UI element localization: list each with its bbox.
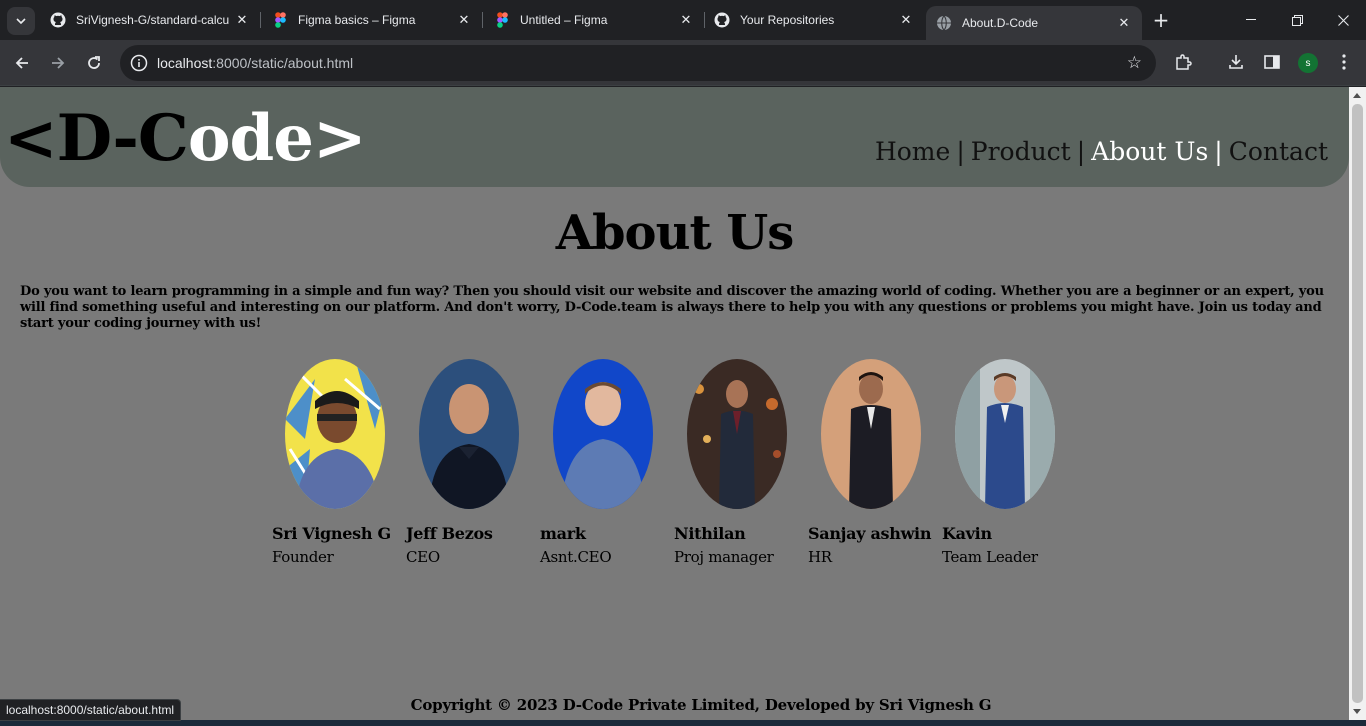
member-name: Kavin bbox=[942, 524, 992, 543]
new-tab-button[interactable]: + bbox=[1149, 8, 1173, 32]
figma-icon bbox=[494, 12, 510, 28]
figma-icon bbox=[272, 12, 288, 28]
tab-about-dcode[interactable]: About.D-Code ✕ bbox=[926, 6, 1142, 40]
member-name: Sri Vignesh G bbox=[272, 524, 391, 543]
tab-your-repositories[interactable]: Your Repositories ✕ bbox=[704, 0, 924, 40]
taskbar-edge bbox=[0, 720, 1366, 726]
team-section: Sri Vignesh G Founder Jeff Bezos CEO mar… bbox=[272, 359, 1072, 579]
logo-text-dark: D-C bbox=[56, 101, 189, 176]
close-icon bbox=[1337, 14, 1349, 26]
extensions-icon[interactable] bbox=[1172, 51, 1194, 73]
scroll-down-arrow[interactable] bbox=[1353, 709, 1361, 714]
tab-strip: SriVignesh-G/standard-calcu ✕ Figma basi… bbox=[0, 0, 1366, 40]
logo-text-light: ode bbox=[187, 101, 314, 176]
site-info-icon[interactable] bbox=[130, 54, 148, 72]
member-role: HR bbox=[808, 548, 832, 566]
tab-title: Untitled – Figma bbox=[520, 13, 608, 27]
nav-product[interactable]: Product bbox=[971, 137, 1071, 166]
url-text[interactable]: localhost:8000/static/about.html bbox=[157, 55, 353, 71]
member-role: CEO bbox=[406, 548, 440, 566]
more-menu-icon[interactable] bbox=[1333, 51, 1355, 73]
scroll-thumb[interactable] bbox=[1352, 104, 1363, 703]
member-photo bbox=[821, 359, 921, 509]
address-bar[interactable]: localhost:8000/static/about.html ☆ bbox=[120, 45, 1156, 81]
member-name: Sanjay ashwin bbox=[808, 524, 932, 543]
restore-button[interactable] bbox=[1274, 0, 1320, 40]
nav-home[interactable]: Home bbox=[875, 137, 950, 166]
member-role: Asnt.CEO bbox=[540, 548, 612, 566]
tab-search-button[interactable] bbox=[7, 7, 35, 35]
nav-separator: | bbox=[1214, 137, 1223, 166]
arrow-left-icon bbox=[15, 57, 28, 69]
download-icon[interactable] bbox=[1225, 51, 1247, 73]
member-name: mark bbox=[540, 524, 586, 543]
reload-icon bbox=[88, 56, 100, 69]
github-icon bbox=[714, 12, 730, 28]
page-title: About Us bbox=[555, 205, 794, 261]
member-role: Proj manager bbox=[674, 548, 774, 566]
site-header: <D-Code> Home | Product | About Us | Contact bbox=[0, 87, 1349, 187]
arrow-right-icon bbox=[52, 57, 65, 69]
member-photo bbox=[687, 359, 787, 509]
intro-paragraph: Do you want to learn programming in a si… bbox=[20, 284, 1324, 331]
chevron-down-icon bbox=[16, 18, 26, 24]
url-path: :8000/static/about.html bbox=[212, 55, 354, 71]
page-scrollbar[interactable] bbox=[1349, 87, 1366, 720]
reload-button[interactable] bbox=[79, 48, 109, 78]
tab-title: About.D-Code bbox=[962, 16, 1039, 30]
tab-title: Your Repositories bbox=[740, 13, 835, 27]
minimize-icon bbox=[1246, 19, 1256, 20]
url-host: localhost bbox=[157, 55, 213, 71]
logo-bracket-close: > bbox=[312, 101, 367, 176]
site-logo[interactable]: <D-Code> bbox=[4, 101, 367, 176]
github-icon bbox=[50, 12, 66, 28]
main-nav: Home | Product | About Us | Contact bbox=[875, 137, 1328, 166]
nav-about-us[interactable]: About Us bbox=[1091, 137, 1208, 166]
close-tab-icon[interactable]: ✕ bbox=[1116, 15, 1132, 31]
member-name: Jeff Bezos bbox=[406, 524, 493, 543]
close-tab-icon[interactable]: ✕ bbox=[898, 12, 914, 28]
minimize-button[interactable] bbox=[1228, 0, 1274, 40]
logo-bracket-open: < bbox=[4, 101, 58, 176]
close-window-button[interactable] bbox=[1320, 0, 1366, 40]
status-bubble: localhost:8000/static/about.html bbox=[0, 699, 182, 721]
member-photo bbox=[419, 359, 519, 509]
member-photo bbox=[285, 359, 385, 509]
nav-separator: | bbox=[956, 137, 965, 166]
profile-avatar[interactable]: s bbox=[1298, 53, 1318, 73]
tab-figma-untitled[interactable]: Untitled – Figma ✕ bbox=[484, 0, 704, 40]
nav-separator: | bbox=[1076, 137, 1086, 166]
close-tab-icon[interactable]: ✕ bbox=[234, 12, 250, 28]
tab-github-calc[interactable]: SriVignesh-G/standard-calcu ✕ bbox=[40, 0, 260, 40]
browser-toolbar: localhost:8000/static/about.html ☆ s bbox=[0, 40, 1366, 86]
member-role: Team Leader bbox=[942, 548, 1038, 566]
close-tab-icon[interactable]: ✕ bbox=[678, 12, 694, 28]
bookmark-star-icon[interactable]: ☆ bbox=[1127, 53, 1142, 73]
forward-button[interactable] bbox=[43, 48, 73, 78]
member-photo bbox=[553, 359, 653, 509]
member-photo bbox=[955, 359, 1055, 509]
side-panel-icon[interactable] bbox=[1261, 51, 1283, 73]
back-button[interactable] bbox=[7, 48, 37, 78]
member-role: Founder bbox=[272, 548, 334, 566]
page-viewport: <D-Code> Home | Product | About Us | Contact A… bbox=[0, 87, 1349, 720]
member-name: Nithilan bbox=[674, 524, 746, 543]
restore-icon bbox=[1291, 14, 1303, 26]
tab-title: Figma basics – Figma bbox=[298, 13, 416, 27]
nav-contact[interactable]: Contact bbox=[1229, 137, 1328, 166]
globe-icon bbox=[936, 15, 952, 31]
tab-figma-basics[interactable]: Figma basics – Figma ✕ bbox=[262, 0, 482, 40]
scroll-up-arrow[interactable] bbox=[1353, 93, 1361, 98]
tab-title: SriVignesh-G/standard-calcu bbox=[76, 13, 230, 27]
close-tab-icon[interactable]: ✕ bbox=[456, 12, 472, 28]
footer-copyright: Copyright © 2023 D-Code Private Limited,… bbox=[410, 696, 992, 714]
